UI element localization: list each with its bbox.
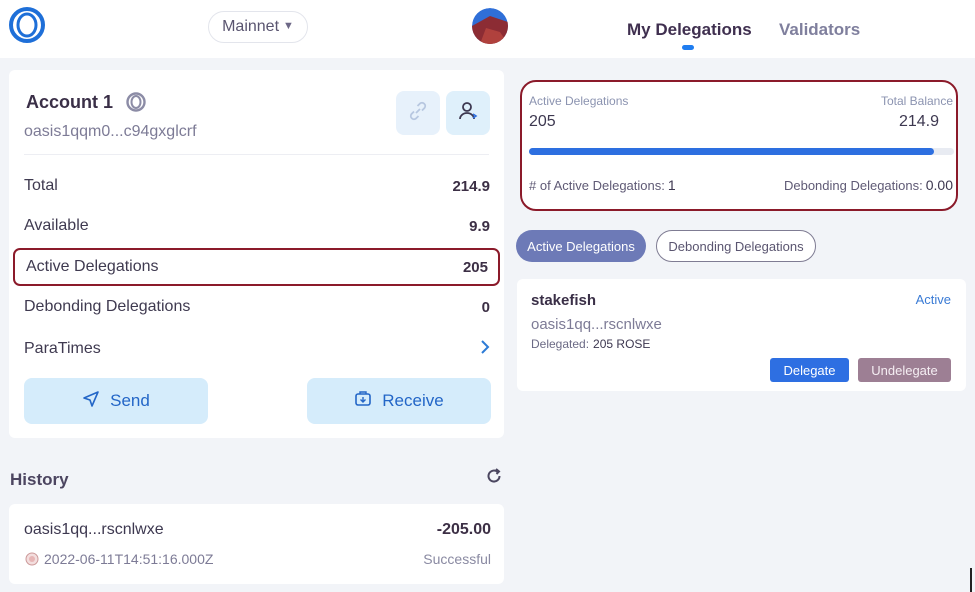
filter-active-delegations[interactable]: Active Delegations [516,230,646,262]
validator-name: stakefish [531,292,597,309]
total-balance-value: 214.9 [898,113,939,130]
history-title: History [10,470,69,489]
total-label: Total [24,177,58,194]
validator-address: oasis1qq...rscnlwxe [531,316,662,333]
total-row: Total 214.9 [13,167,500,205]
active-delegations-row[interactable]: Active Delegations 205 [13,248,500,286]
active-delegations-summary-value: 205 [529,113,556,130]
delegate-button[interactable]: Delegate [770,358,849,382]
refresh-icon[interactable] [484,466,504,486]
history-status: Successful [423,551,491,567]
network-selector[interactable]: Mainnet ▼ [208,11,308,43]
history-timestamp: 2022-06-11T14:51:16.000Z [44,551,214,567]
delegated-value: 205 ROSE [593,337,651,351]
active-delegations-value: 205 [462,258,488,276]
delegation-summary-card: Active Delegations Total Balance 205 214… [520,80,958,211]
network-label: Mainnet [222,18,280,35]
available-label: Available [24,217,89,234]
active-delegations-label: Active Delegations [26,258,159,275]
contacts-button[interactable] [446,91,490,135]
delegated-label: Delegated: [531,337,590,351]
total-balance-label: Total Balance [880,94,953,108]
history-item[interactable]: oasis1qq...rscnlwxe -205.00 2022-06-11T1… [9,504,504,584]
chevron-down-icon: ▼ [283,20,294,32]
delegation-progress-bar [529,148,954,155]
active-tab-indicator [682,45,694,50]
send-icon [82,390,100,413]
account-card: Account 1 oasis1qqm0...c94gxglcrf Total [9,70,504,438]
status-dot-icon [25,552,39,566]
link-icon [407,100,429,127]
active-count-value: 1 [667,177,676,193]
chevron-right-icon [480,339,490,360]
undelegate-button[interactable]: Undelegate [858,358,951,382]
account-address[interactable]: oasis1qqm0...c94gxglcrf [24,123,197,141]
send-button[interactable]: Send [24,378,208,424]
send-label: Send [110,391,150,410]
active-count-label: # of Active Delegations: [529,178,665,193]
debonding-delegations-value: 0 [481,298,490,316]
available-row: Available 9.9 [13,207,500,245]
available-value: 9.9 [469,217,490,235]
history-amount: -205.00 [436,521,491,538]
debonding-total-label: Debonding Delegations: [783,178,923,193]
window-edge [970,568,972,592]
debonding-total-value: 0.00 [925,177,953,193]
active-delegations-summary-label: Active Delegations [529,94,629,108]
oasis-logo-icon[interactable] [9,7,45,43]
paratimes-label: ParaTimes [24,340,101,357]
oasis-coin-icon [126,92,146,112]
receive-button[interactable]: Receive [307,378,491,424]
user-switch-icon [457,100,479,127]
progress-fill [529,148,935,155]
tab-validators[interactable]: Validators [779,20,860,40]
history-address: oasis1qq...rscnlwxe [24,521,164,538]
divider [24,154,489,155]
debonding-delegations-row[interactable]: Debonding Delegations 0 [13,288,500,326]
total-value: 214.9 [452,177,490,195]
receive-label: Receive [382,391,444,410]
link-button[interactable] [396,91,440,135]
profile-avatar[interactable] [472,8,508,44]
delegation-item[interactable]: stakefish Active oasis1qq...rscnlwxe Del… [517,279,966,391]
debonding-delegations-label: Debonding Delegations [24,298,191,315]
active-count: # of Active Delegations: 1 [529,177,676,193]
top-bar: Mainnet ▼ My Delegations Validators [0,0,975,58]
delegation-status: Active [915,292,951,307]
paratimes-row[interactable]: ParaTimes [13,330,500,368]
debonding-total: Debonding Delegations: 0.00 [784,177,953,193]
delegated-amount: Delegated: 205 ROSE [531,337,650,351]
receive-icon [354,390,372,413]
tab-my-delegations[interactable]: My Delegations [627,20,752,40]
filter-debonding-delegations[interactable]: Debonding Delegations [656,230,816,262]
account-name: Account 1 [26,92,114,112]
